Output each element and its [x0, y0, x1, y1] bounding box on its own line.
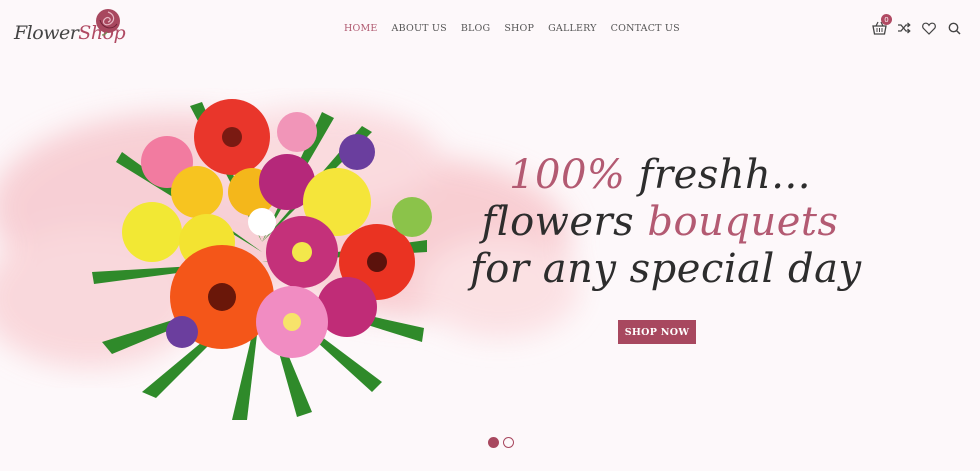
nav-item-blog[interactable]: BLOG	[461, 23, 490, 34]
nav-item-shop[interactable]: SHOP	[504, 23, 534, 34]
site-header: FlowerShop HOME ABOUT US BLOG SHOP GALLE…	[0, 0, 980, 58]
hero-headline: 100% freshh... flowers bouquets for any …	[470, 152, 862, 293]
nav-item-about-us[interactable]: ABOUT US	[392, 23, 447, 34]
headline-line-3: for any special day	[470, 246, 862, 292]
logo[interactable]: FlowerShop	[14, 8, 126, 48]
headline-flowers: flowers	[481, 199, 648, 245]
search-button[interactable]	[946, 20, 962, 36]
nav-item-home[interactable]: HOME	[344, 23, 378, 34]
headline-accent-100-percent: 100%	[509, 152, 626, 198]
search-icon	[948, 22, 961, 35]
headline-freshh: freshh...	[625, 152, 811, 198]
headline-accent-bouquets: bouquets	[647, 199, 839, 245]
slider-dots	[488, 437, 514, 448]
rose-icon	[96, 9, 120, 36]
compare-button[interactable]	[896, 20, 912, 36]
nav-item-contact-us[interactable]: CONTACT US	[611, 23, 680, 34]
slider-dot-1[interactable]	[488, 437, 499, 448]
nav-item-gallery[interactable]: GALLERY	[548, 23, 597, 34]
headline-line-1: 100% freshh...	[470, 152, 850, 199]
flower-bouquet-image	[92, 99, 432, 420]
header-icons: 0	[871, 14, 962, 40]
cart-button[interactable]: 0	[871, 14, 892, 36]
headline-line-2: flowers bouquets	[470, 199, 850, 246]
slider-dot-2[interactable]	[503, 437, 514, 448]
shuffle-icon	[898, 22, 911, 34]
cart-count-badge: 0	[881, 14, 892, 25]
shop-now-button[interactable]: SHOP NOW	[618, 320, 696, 344]
wishlist-button[interactable]	[921, 20, 937, 36]
heart-icon	[922, 22, 936, 35]
main-nav: HOME ABOUT US BLOG SHOP GALLERY CONTACT …	[344, 20, 680, 36]
logo-text-flower: Flower	[14, 22, 79, 44]
